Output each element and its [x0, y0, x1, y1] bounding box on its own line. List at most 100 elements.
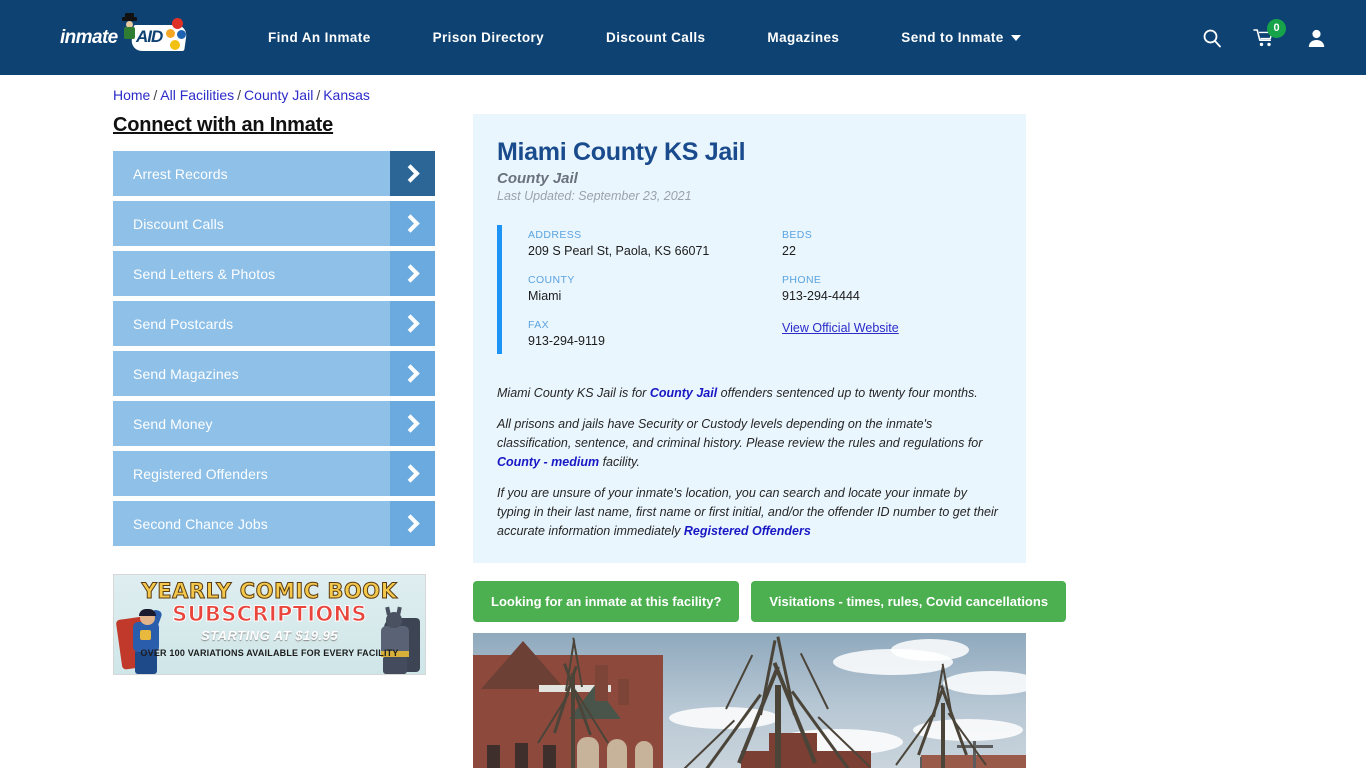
main-content: Miami County KS Jail County Jail Last Up…: [473, 114, 1067, 768]
beds-field: BEDS 22: [782, 229, 1002, 258]
phone-field: PHONE 913-294-4444: [782, 274, 1002, 303]
ad-headline-2: SUBSCRIPTIONS: [172, 602, 367, 627]
breadcrumb-separator: /: [237, 87, 242, 103]
cta-button-row: Looking for an inmate at this facility? …: [473, 581, 1067, 622]
beds-value: 22: [782, 244, 796, 258]
county-label: COUNTY: [528, 274, 575, 286]
desc-p1-text-b: offenders sentenced up to twenty four mo…: [717, 386, 978, 400]
sidebar: Connect with an Inmate Arrest Records Di…: [113, 114, 435, 768]
view-official-website-link[interactable]: View Official Website: [782, 321, 899, 335]
facility-info-card: Miami County KS Jail County Jail Last Up…: [473, 114, 1026, 563]
chevron-right-icon: [390, 351, 435, 396]
phone-value: 913-294-4444: [782, 289, 860, 303]
nav-prison-directory[interactable]: Prison Directory: [433, 20, 544, 55]
facility-street-view-photo: [473, 633, 1026, 768]
phone-label: PHONE: [782, 274, 822, 286]
ad-headline-1: YEARLY COMIC BOOK: [141, 579, 398, 604]
desc-p2-text-b: facility.: [599, 455, 640, 469]
description-paragraph-1: Miami County KS Jail is for County Jail …: [497, 384, 1002, 403]
sidebar-item-label: Second Chance Jobs: [133, 515, 268, 532]
nav-find-an-inmate[interactable]: Find An Inmate: [268, 20, 371, 55]
breadcrumb-county-jail[interactable]: County Jail: [244, 87, 313, 103]
nav-magazines[interactable]: Magazines: [767, 20, 839, 55]
sidebar-item-send-postcards[interactable]: Send Postcards: [113, 301, 435, 346]
desc-p2-link[interactable]: County - medium: [497, 455, 599, 469]
visitations-button[interactable]: Visitations - times, rules, Covid cancel…: [751, 581, 1067, 622]
main-navigation: Find An Inmate Prison Directory Discount…: [268, 20, 1200, 55]
chevron-down-icon: [1010, 35, 1021, 42]
breadcrumb-home[interactable]: Home: [113, 87, 150, 103]
sidebar-item-arrest-records[interactable]: Arrest Records: [113, 151, 435, 196]
cart-count-badge: 0: [1267, 18, 1286, 38]
sidebar-item-label: Send Postcards: [133, 315, 234, 332]
logo-dots-icon: [166, 17, 188, 54]
chevron-right-icon: [390, 301, 435, 346]
breadcrumb-separator: /: [316, 87, 321, 103]
sidebar-item-label: Registered Offenders: [133, 465, 268, 482]
address-label: ADDRESS: [528, 229, 582, 241]
sidebar-item-label: Send Letters & Photos: [133, 265, 276, 282]
chevron-right-icon: [390, 151, 435, 196]
breadcrumb-kansas[interactable]: Kansas: [323, 87, 370, 103]
chevron-right-icon: [390, 451, 435, 496]
sidebar-item-registered-offenders[interactable]: Registered Offenders: [113, 451, 435, 496]
breadcrumb: Home / All Facilities / County Jail / Kansas: [0, 75, 1366, 103]
arched-window: [635, 741, 653, 768]
bare-tree: [513, 633, 633, 768]
sidebar-item-label: Send Money: [133, 415, 213, 432]
sidebar-item-label: Send Magazines: [133, 365, 239, 382]
sidebar-item-send-money[interactable]: Send Money: [113, 401, 435, 446]
find-inmate-button[interactable]: Looking for an inmate at this facility?: [473, 581, 740, 622]
description-paragraph-3: If you are unsure of your inmate's locat…: [497, 484, 1002, 541]
bare-tree: [663, 633, 893, 768]
official-website-field: View Official Website: [782, 319, 1002, 337]
breadcrumb-separator: /: [153, 87, 158, 103]
window: [487, 745, 500, 768]
sidebar-item-label: Arrest Records: [133, 165, 228, 182]
sidebar-item-label: Discount Calls: [133, 215, 224, 232]
sidebar-item-second-chance-jobs[interactable]: Second Chance Jobs: [113, 501, 435, 546]
nav-discount-calls[interactable]: Discount Calls: [606, 20, 705, 55]
desc-p1-link[interactable]: County Jail: [650, 386, 717, 400]
description-paragraph-2: All prisons and jails have Security or C…: [497, 415, 1002, 472]
site-logo[interactable]: inmate AID: [60, 12, 190, 60]
county-field: COUNTY Miami: [528, 274, 752, 303]
sidebar-item-discount-calls[interactable]: Discount Calls: [113, 201, 435, 246]
nav-send-to-inmate-label: Send to Inmate: [901, 30, 1004, 45]
facility-details-left-column: ADDRESS 209 S Pearl St, Paola, KS 66071 …: [502, 229, 752, 348]
search-icon[interactable]: [1200, 25, 1224, 51]
nav-send-to-inmate[interactable]: Send to Inmate: [901, 20, 1021, 55]
sidebar-item-send-magazines[interactable]: Send Magazines: [113, 351, 435, 396]
bare-tree: [873, 663, 1013, 768]
facility-description: Miami County KS Jail is for County Jail …: [497, 384, 1002, 541]
sidebar-title: Connect with an Inmate: [113, 114, 334, 136]
address-value: 209 S Pearl St, Paola, KS 66071: [528, 244, 710, 258]
address-field: ADDRESS 209 S Pearl St, Paola, KS 66071: [528, 229, 752, 258]
chevron-right-icon: [390, 201, 435, 246]
logo-wordmark: inmate: [60, 26, 118, 48]
cloud-shape: [891, 639, 969, 661]
page-body: Home / All Facilities / County Jail / Kansas C…: [0, 75, 1366, 768]
fax-field: FAX 913-294-9119: [528, 319, 752, 348]
facility-details: ADDRESS 209 S Pearl St, Paola, KS 66071 …: [497, 225, 1002, 354]
desc-p1-text-a: Miami County KS Jail is for: [497, 386, 650, 400]
facility-details-right-column: BEDS 22 PHONE 913-294-4444 View Official…: [752, 229, 1002, 348]
user-icon[interactable]: [1304, 25, 1328, 51]
desc-p3-link[interactable]: Registered Offenders: [684, 524, 811, 538]
page-layout: Connect with an Inmate Arrest Records Di…: [0, 103, 1366, 768]
cart-icon[interactable]: 0: [1252, 18, 1286, 51]
fax-label: FAX: [528, 319, 550, 331]
sidebar-item-send-letters-photos[interactable]: Send Letters & Photos: [113, 251, 435, 296]
site-header: inmate AID Find An Inmate Prison Directo…: [0, 0, 1366, 75]
ad-price-line: STARTING AT $19.95: [200, 628, 339, 643]
breadcrumb-all-facilities[interactable]: All Facilities: [160, 87, 234, 103]
facility-type: County Jail: [497, 170, 578, 187]
ad-subtext: OVER 100 VARIATIONS AVAILABLE FOR EVERY …: [140, 648, 399, 658]
beds-label: BEDS: [782, 229, 813, 241]
last-updated-text: Last Updated: September 23, 2021: [497, 189, 692, 203]
page-title: Miami County KS Jail: [497, 138, 746, 166]
fax-value: 913-294-9119: [528, 334, 605, 348]
desc-p2-text-a: All prisons and jails have Security or C…: [497, 417, 983, 450]
chevron-right-icon: [390, 251, 435, 296]
comic-book-subscription-ad[interactable]: YEARLY COMIC BOOK SUBSCRIPTIONS STARTING…: [113, 574, 426, 675]
